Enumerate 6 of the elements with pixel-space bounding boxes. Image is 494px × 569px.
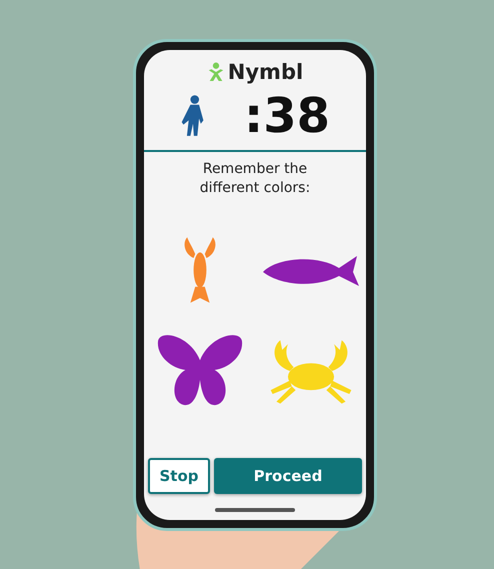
logo-text: Nymbl: [228, 60, 304, 84]
figure-icon: [206, 62, 225, 82]
proceed-button[interactable]: Proceed: [214, 458, 362, 494]
stop-button[interactable]: Stop: [148, 458, 210, 494]
timer: :38: [244, 90, 330, 142]
instruction-text: Remember the different colors:: [198, 160, 312, 198]
